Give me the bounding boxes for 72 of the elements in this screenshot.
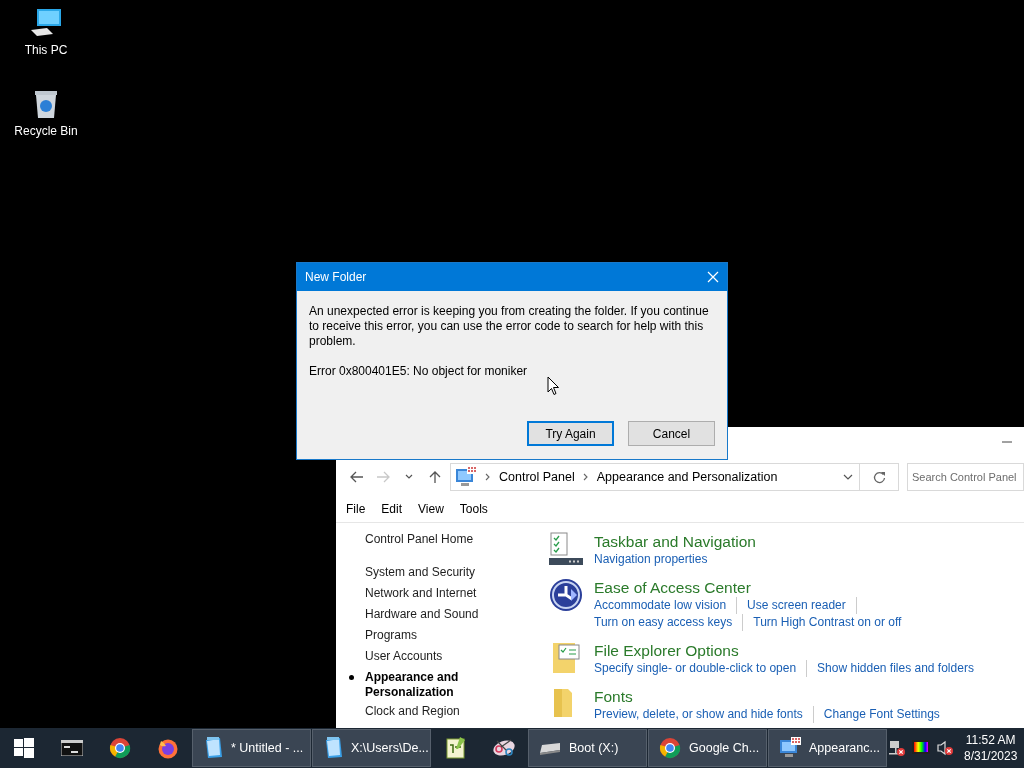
category-title[interactable]: Fonts bbox=[594, 687, 1024, 706]
taskbar-button[interactable]: Boot (X:) bbox=[528, 729, 647, 767]
terminal-icon[interactable] bbox=[61, 740, 83, 756]
speaker-muted-icon[interactable] bbox=[936, 739, 954, 757]
category-title[interactable]: Ease of Access Center bbox=[594, 578, 1024, 597]
task-link[interactable]: Navigation properties bbox=[594, 551, 718, 568]
nav-link[interactable]: User Accounts bbox=[347, 649, 507, 664]
notepad-icon[interactable] bbox=[203, 737, 223, 759]
chevron-right-icon bbox=[485, 473, 491, 481]
category-title[interactable]: File Explorer Options bbox=[594, 641, 1024, 660]
task-link[interactable]: Specify single- or double-click to open bbox=[594, 660, 808, 677]
task-link[interactable]: Use screen reader bbox=[747, 597, 857, 614]
desktop-icon-label[interactable]: This PC bbox=[24, 43, 68, 57]
network-error-icon[interactable] bbox=[888, 739, 906, 757]
nav-link[interactable]: Clock and Region bbox=[347, 704, 507, 719]
color-display-icon[interactable] bbox=[912, 740, 930, 756]
task-link[interactable]: Turn on easy access keys bbox=[594, 614, 744, 631]
chrome-icon[interactable] bbox=[109, 737, 131, 759]
notepad-plus-icon[interactable] bbox=[446, 737, 466, 759]
control-panel-icon[interactable] bbox=[779, 737, 801, 759]
nav-link[interactable]: System and Security bbox=[347, 565, 507, 580]
nav-link[interactable]: Control Panel Home bbox=[347, 532, 507, 547]
nav-link[interactable]: Hardware and Sound bbox=[347, 607, 507, 622]
category-title[interactable]: Taskbar and Navigation bbox=[594, 532, 1024, 551]
windows-start-icon[interactable] bbox=[14, 738, 34, 758]
back-arrow-icon[interactable] bbox=[350, 471, 364, 483]
nav-link[interactable]: Appearance and Personalization bbox=[347, 670, 507, 700]
search-field[interactable]: Search Control Panel bbox=[907, 463, 1024, 491]
menu-item[interactable]: File bbox=[338, 502, 374, 522]
task-link[interactable]: Change Font Settings bbox=[823, 706, 950, 723]
mouse-pointer-icon bbox=[547, 376, 560, 396]
taskbar-button[interactable]: X:\Users\De... bbox=[312, 729, 431, 767]
taskbar-button[interactable]: Google Ch... bbox=[648, 729, 767, 767]
clock[interactable]: 11:52 AM 8/31/2023 bbox=[958, 732, 1024, 764]
dropdown-caret-icon[interactable] bbox=[843, 474, 853, 480]
desktop-icon-label[interactable]: Recycle Bin bbox=[14, 124, 78, 138]
recycle-bin-icon bbox=[32, 89, 60, 119]
breadcrumb-item[interactable]: Appearance and Personalization bbox=[596, 470, 778, 484]
taskbar-settings-icon bbox=[549, 532, 583, 566]
task-link[interactable]: Preview, delete, or show and hide fonts bbox=[594, 706, 814, 723]
close-icon[interactable] bbox=[707, 271, 719, 283]
folder-options-icon bbox=[551, 641, 581, 675]
taskbar-button[interactable]: Appearanc... bbox=[768, 729, 887, 767]
breadcrumb-item[interactable]: Control Panel bbox=[499, 470, 575, 484]
default-button[interactable]: Try Again bbox=[527, 421, 614, 446]
drive-icon[interactable] bbox=[539, 741, 561, 755]
refresh-icon bbox=[872, 470, 886, 484]
scissors-icon[interactable] bbox=[492, 737, 516, 759]
nav-link[interactable]: Programs bbox=[347, 628, 507, 643]
error-code: Error 0x800401E5: No object for moniker bbox=[309, 364, 529, 379]
clock-date: 8/31/2023 bbox=[964, 748, 1018, 764]
chevron-right-icon bbox=[582, 473, 589, 481]
ease-of-access-icon bbox=[549, 578, 583, 612]
task-link[interactable]: Accommodate low vision bbox=[594, 597, 738, 614]
address-bar[interactable]: Control Panel Appearance and Personalization bbox=[450, 463, 860, 491]
menu-item[interactable]: Tools bbox=[451, 502, 496, 522]
menu-item[interactable]: Edit bbox=[373, 502, 411, 522]
clock-time: 11:52 AM bbox=[965, 732, 1016, 748]
refresh-button[interactable] bbox=[860, 463, 899, 491]
task-link[interactable]: Turn High Contrast on or off bbox=[753, 614, 912, 631]
dialog-title: New Folder bbox=[305, 270, 367, 284]
nav-link[interactable]: Network and Internet bbox=[347, 586, 507, 601]
taskbar-button[interactable]: * Untitled - ... bbox=[192, 729, 311, 767]
up-arrow-icon[interactable] bbox=[428, 471, 442, 483]
dialog-button[interactable]: Cancel bbox=[628, 421, 715, 446]
notepad-icon[interactable] bbox=[323, 737, 343, 759]
chrome-icon[interactable] bbox=[659, 737, 681, 759]
error-message: An unexpected error is keeping you from creating the folder. If you continue to receive this error, you can use the error code to search for help with this problem. bbox=[309, 304, 710, 349]
computer-icon bbox=[29, 8, 63, 38]
menu-item[interactable]: View bbox=[410, 502, 452, 522]
task-link[interactable]: Show hidden files and folders bbox=[817, 660, 984, 677]
firefox-icon[interactable] bbox=[157, 737, 179, 759]
